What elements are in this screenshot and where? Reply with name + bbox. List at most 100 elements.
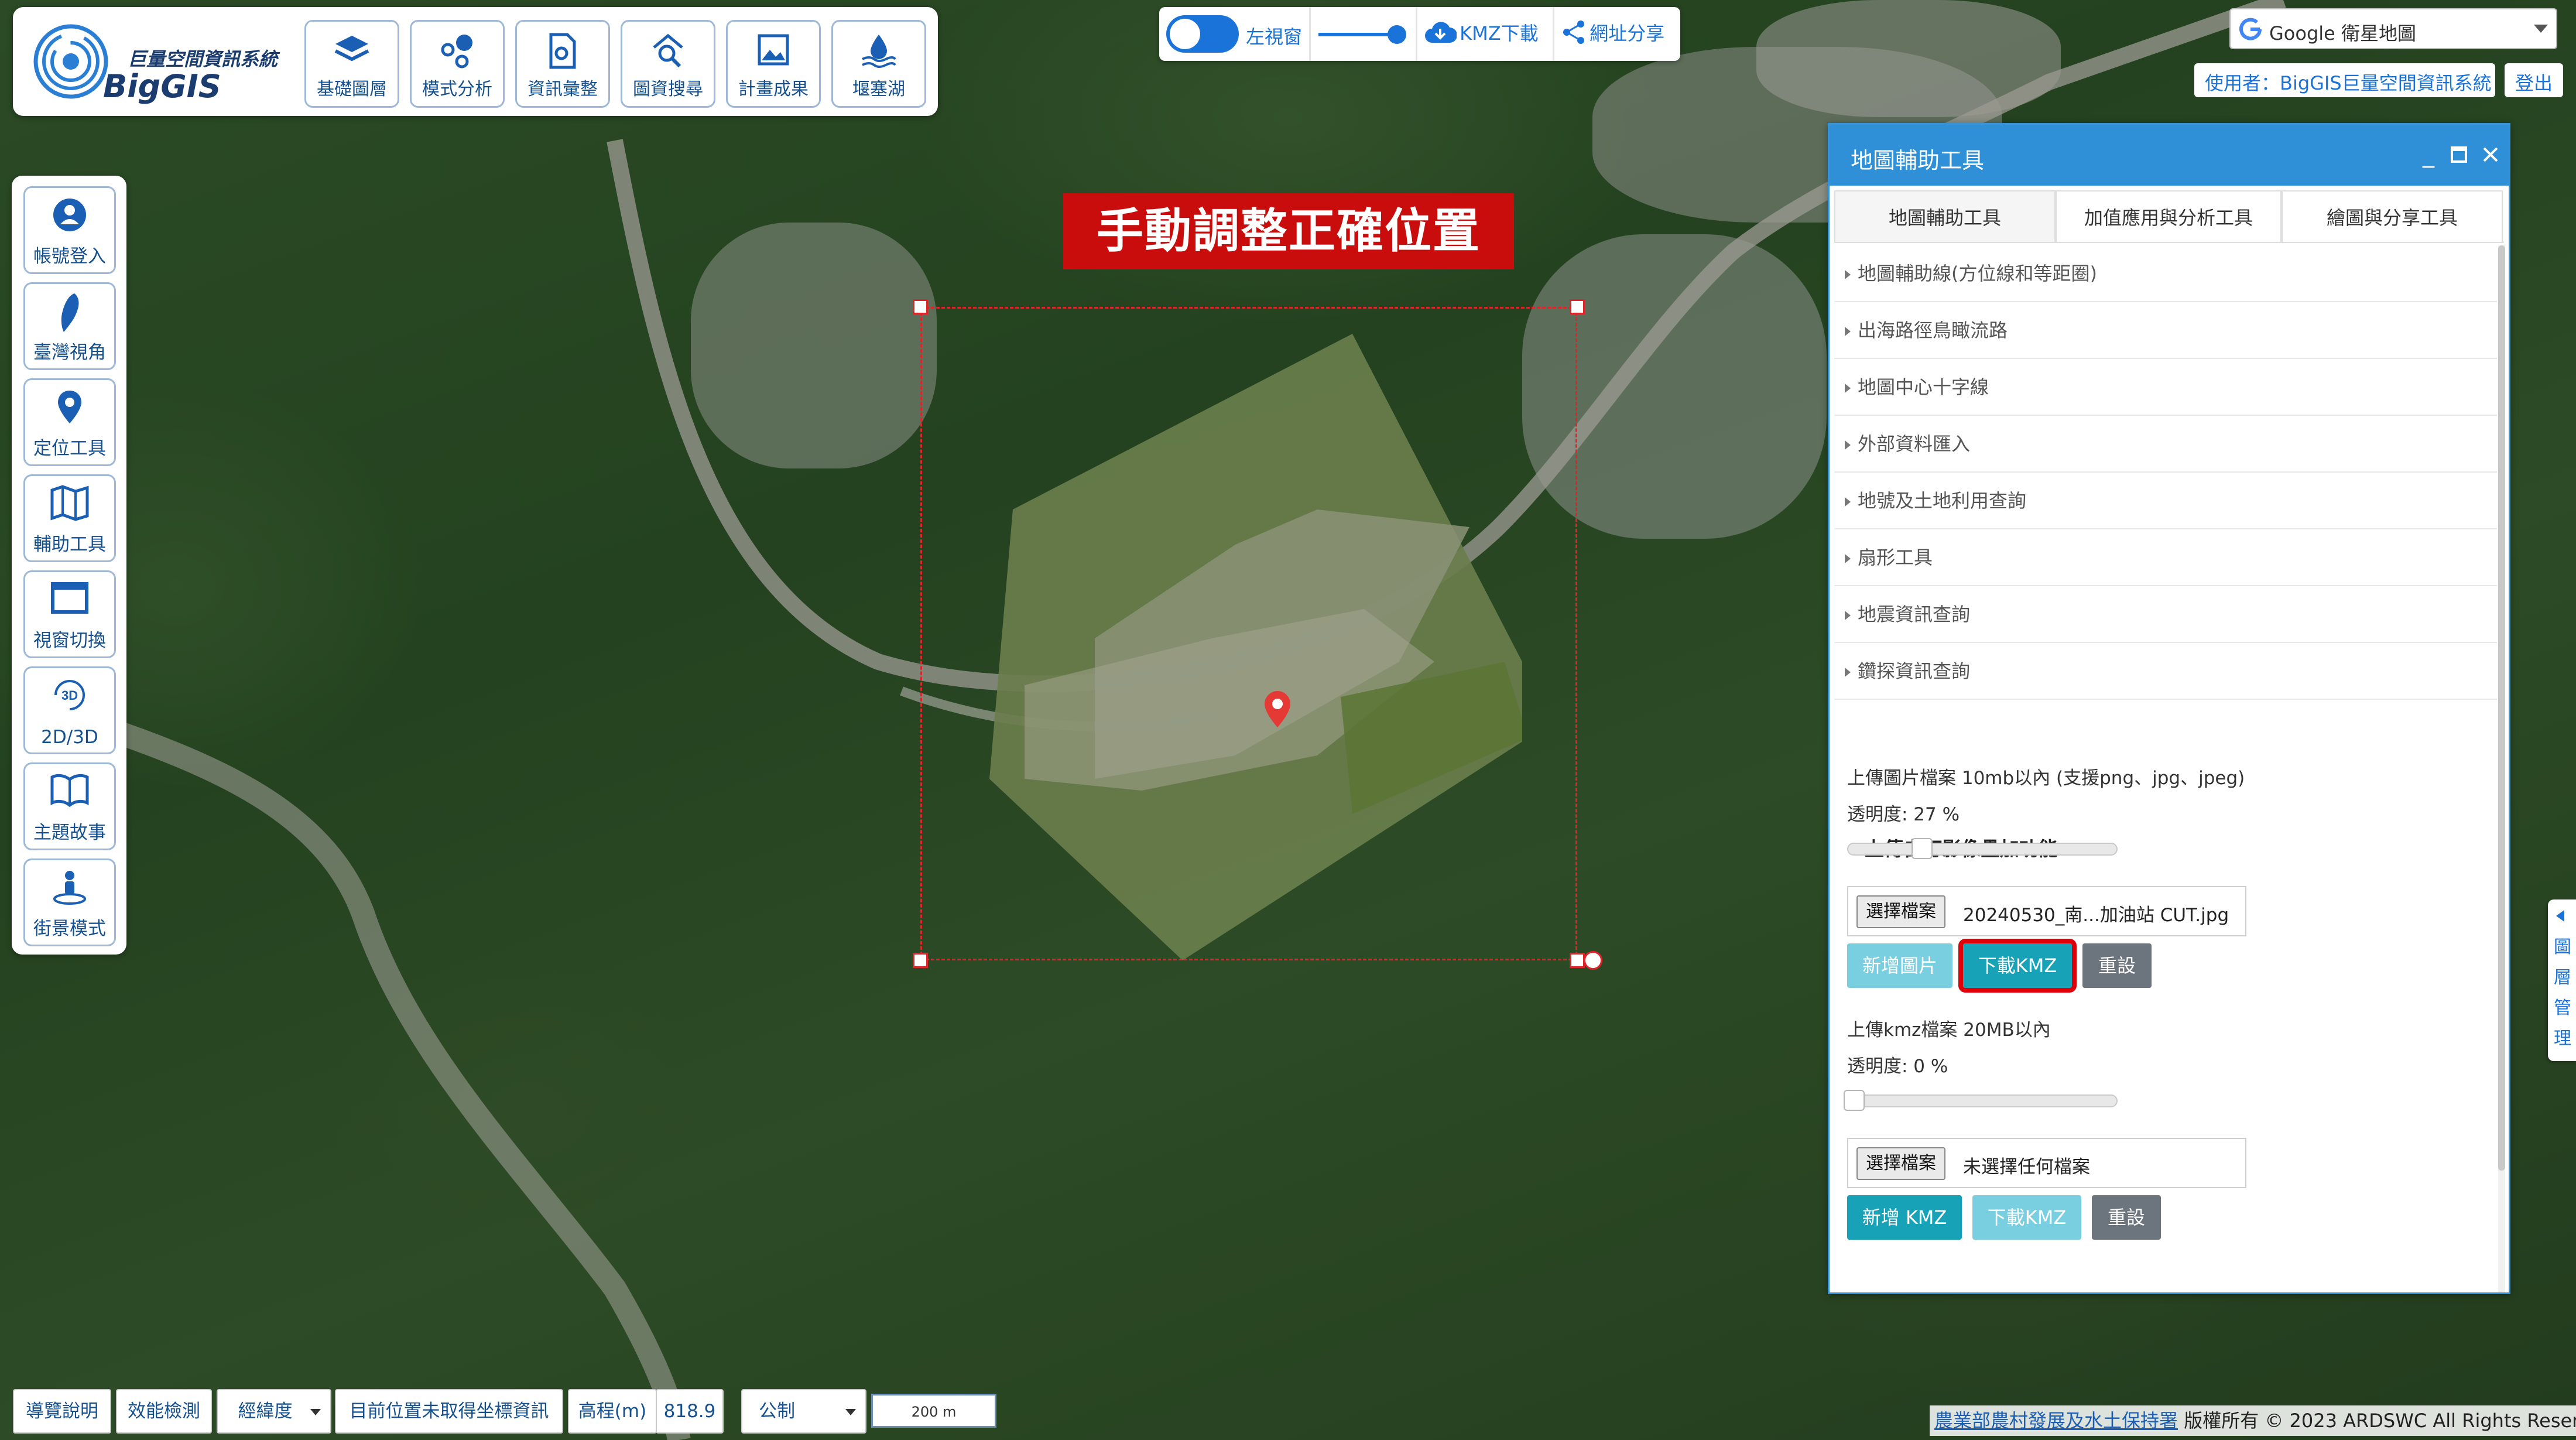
share-url-button[interactable]: 網址分享 [1561, 19, 1664, 49]
top-toolbar: 巨量空間資訊系統 BigGIS 基礎圖層 模式分析 資訊彙整 圖資搜尋 計畫成果 [13, 7, 938, 116]
resize-handle-bottom-left[interactable] [913, 953, 928, 968]
choose-image-file-button[interactable]: 選擇檔案 [1856, 895, 1945, 928]
document-chart-icon [549, 33, 576, 69]
resize-handle-top-left[interactable] [913, 299, 928, 314]
download-kmz-button[interactable]: 下載KMZ [1958, 939, 2077, 993]
toggle-knob [1170, 19, 1200, 49]
performance-check-button[interactable]: 效能檢測 [116, 1389, 212, 1434]
guide-button[interactable]: 導覽說明 [13, 1389, 111, 1434]
resize-handle-bottom-right[interactable] [1570, 953, 1585, 968]
logout-button[interactable]: 登出 [2505, 63, 2563, 97]
panel-scrollbar[interactable] [2498, 245, 2505, 1292]
tool-item-drilling[interactable]: 鑽探資訊查詢 [1834, 643, 2497, 700]
download-kmz-button-2[interactable]: 下載KMZ [1972, 1195, 2081, 1240]
tool-list: 地圖輔助線(方位線和等距圈) 出海路徑鳥瞰流路 地圖中心十字線 外部資料匯入 地… [1834, 245, 2497, 700]
unit-select[interactable]: 公制 [741, 1389, 866, 1434]
map-tool-icon [50, 485, 89, 521]
tool-item-sector[interactable]: 扇形工具 [1834, 529, 2497, 586]
kmz-download-label: KMZ下載 [1460, 22, 1539, 45]
tool-item-crosshair[interactable]: 地圖中心十字線 [1834, 359, 2497, 416]
side-label: 帳號登入 [33, 246, 106, 267]
tab-draw-share-tools[interactable]: 繪圖與分享工具 [2282, 190, 2503, 243]
basemap-selected: Google 衛星地圖 [2269, 22, 2417, 45]
cursor-position-display: 目前位置未取得坐標資訊 [335, 1389, 563, 1434]
image-opacity-slider[interactable] [1847, 843, 2118, 856]
kmz-opacity-knob[interactable] [1844, 1090, 1865, 1111]
side-button-2d3d[interactable]: 3D 2D/3D [23, 666, 116, 754]
location-marker-icon[interactable] [1265, 691, 1290, 734]
agency-link[interactable]: 農業部農村發展及水土保持署 [1934, 1410, 2178, 1432]
tool-item-land-query[interactable]: 地號及土地利用查詢 [1834, 473, 2497, 529]
toolbar-button-results[interactable]: 計畫成果 [726, 20, 821, 108]
choose-kmz-file-button[interactable]: 選擇檔案 [1856, 1147, 1945, 1180]
side-button-taiwan-view[interactable]: 臺灣視角 [23, 282, 116, 370]
share-icon [1563, 20, 1584, 44]
left-view-toggle[interactable] [1166, 15, 1239, 53]
annotation-label: 手動調整正確位置 [1063, 193, 1514, 269]
add-image-button[interactable]: 新增圖片 [1847, 943, 1952, 988]
svg-text:3D: 3D [61, 688, 78, 703]
side-button-tools[interactable]: 輔助工具 [23, 474, 116, 562]
basemap-select[interactable]: Google 衛星地圖 [2229, 8, 2557, 49]
close-icon[interactable] [2477, 141, 2504, 168]
search-map-icon [653, 33, 683, 68]
google-icon [2239, 18, 2262, 40]
layer-management-label: 圖層管理 [2554, 937, 2571, 1049]
tool-item-seaward-path[interactable]: 出海路徑鳥瞰流路 [1834, 302, 2497, 359]
toolbar-button-barrier-lake[interactable]: 堰塞湖 [831, 20, 926, 108]
side-label: 定位工具 [33, 438, 106, 459]
toolbar-button-base-layers[interactable]: 基礎圖層 [304, 20, 399, 108]
tool-item-earthquake[interactable]: 地震資訊查詢 [1834, 586, 2497, 643]
layer-management-tab[interactable]: 圖層管理 [2548, 899, 2576, 1061]
scrollbar-thumb[interactable] [2498, 245, 2505, 1171]
swipe-slider-fill [1318, 33, 1397, 36]
tool-item-data-import[interactable]: 外部資料匯入 [1834, 416, 2497, 473]
resize-handle-top-right[interactable] [1570, 299, 1585, 314]
rotate-handle[interactable] [1584, 951, 1602, 970]
side-button-story[interactable]: 主題故事 [23, 762, 116, 850]
side-button-street-view[interactable]: 街景模式 [23, 858, 116, 946]
maximize-icon[interactable] [2445, 141, 2472, 168]
taiwan-map-icon [61, 293, 79, 332]
side-button-login[interactable]: 帳號登入 [23, 186, 116, 274]
swipe-slider-knob[interactable] [1388, 25, 1406, 44]
kmz-upload-hint: 上傳kmz檔案 20MB以內 [1847, 1020, 2051, 1041]
toolbar-button-search[interactable]: 圖資搜尋 [621, 20, 715, 108]
side-menu: 帳號登入 臺灣視角 定位工具 輔助工具 視窗切換 3D 2D/3D 主題故事 街… [12, 176, 126, 955]
toolbar-button-info[interactable]: 資訊彙整 [515, 20, 610, 108]
location-pin-icon [58, 391, 81, 423]
side-button-window-switch[interactable]: 視窗切換 [23, 570, 116, 658]
tab-map-tools[interactable]: 地圖輔助工具 [1834, 190, 2056, 243]
add-kmz-button[interactable]: 新增 KMZ [1847, 1195, 1962, 1240]
book-icon [50, 774, 89, 808]
image-opacity-label: 透明度: 27 % [1847, 804, 1960, 825]
kmz-file-input[interactable]: 選擇檔案 未選擇任何檔案 [1847, 1138, 2246, 1188]
biggis-logo[interactable]: 巨量空間資訊系統 BigGIS [27, 18, 285, 105]
coordinate-system-select[interactable]: 經緯度 [217, 1389, 331, 1434]
image-opacity-knob[interactable] [1912, 838, 1933, 859]
separator [1416, 7, 1417, 61]
minimize-icon[interactable]: _ [2415, 141, 2442, 168]
image-file-input[interactable]: 選擇檔案 20240530_南...加油站 CUT.jpg [1847, 886, 2246, 936]
tool-item-guide-lines[interactable]: 地圖輔助線(方位線和等距圈) [1834, 245, 2497, 302]
water-drop-icon [862, 35, 896, 68]
side-label: 2D/3D [41, 727, 98, 748]
tab-analysis-tools[interactable]: 加值應用與分析工具 [2056, 190, 2282, 243]
panel-header[interactable]: 地圖輔助工具 _ [1830, 125, 2509, 186]
window-icon [51, 582, 88, 614]
chevron-down-icon [2534, 25, 2548, 33]
kmz-download-button[interactable]: KMZ下載 [1424, 19, 1539, 49]
logo-rings-icon [33, 24, 108, 99]
street-view-icon [53, 871, 86, 905]
toolbar-label: 基礎圖層 [317, 79, 387, 100]
elevation-label: 高程(m) [568, 1389, 657, 1434]
toolbar-button-analysis[interactable]: 模式分析 [410, 20, 505, 108]
kmz-opacity-slider[interactable] [1847, 1094, 2118, 1107]
reset-kmz-button[interactable]: 重設 [2092, 1195, 2161, 1240]
toolbar-label: 計畫成果 [738, 79, 809, 100]
share-label: 網址分享 [1590, 22, 1665, 45]
reset-image-button[interactable]: 重設 [2082, 943, 2152, 988]
side-button-locate[interactable]: 定位工具 [23, 378, 116, 466]
overlay-bounding-box[interactable] [920, 307, 1577, 960]
left-view-label: 左視窗 [1246, 26, 1303, 48]
